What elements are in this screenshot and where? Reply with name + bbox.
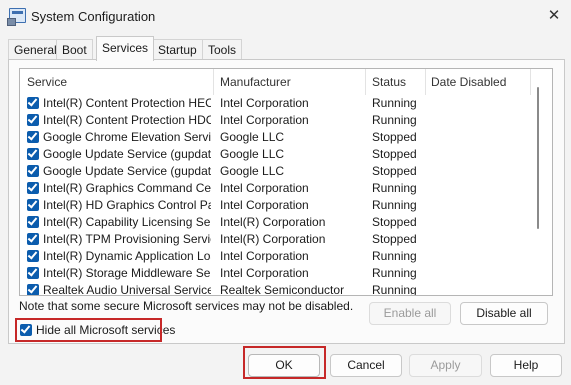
service-manufacturer: Intel Corporation [220,266,309,280]
service-status: Running [372,96,417,110]
service-checkbox[interactable] [27,165,39,177]
tab-general[interactable]: General [8,39,63,60]
service-name: Google Update Service (gupdatem) [43,164,211,178]
table-row[interactable]: Intel(R) Content Protection HEC... Intel … [20,95,530,112]
system-configuration-icon [7,8,26,26]
services-list[interactable]: Service Manufacturer Status Date Disable… [19,68,553,296]
service-manufacturer: Intel Corporation [220,198,309,212]
service-name: Intel(R) Storage Middleware Ser... [43,266,211,280]
column-divider[interactable] [425,69,426,95]
service-status: Stopped [372,147,417,161]
service-status: Running [372,113,417,127]
service-name: Intel(R) Graphics Command Cen... [43,181,211,195]
service-checkbox[interactable] [27,97,39,109]
tab-startup[interactable]: Startup [152,39,203,60]
service-checkbox[interactable] [27,199,39,211]
table-row[interactable]: Google Update Service (gupdatem) Google L… [20,163,530,180]
service-manufacturer: Intel Corporation [220,96,309,110]
close-icon[interactable]: ✕ [543,5,565,27]
service-name: Google Update Service (gupdate) [43,147,211,161]
table-row[interactable]: Intel(R) TPM Provisioning Service Intel(R… [20,231,530,248]
column-divider[interactable] [213,69,214,95]
service-checkbox[interactable] [27,182,39,194]
column-header-service[interactable]: Service [27,75,67,89]
service-checkbox[interactable] [27,131,39,143]
secure-services-note: Note that some secure Microsoft services… [19,299,354,313]
highlight-box [15,318,162,342]
service-name: Intel(R) HD Graphics Control Pa... [43,198,211,212]
tab-boot[interactable]: Boot [56,39,93,60]
service-manufacturer: Intel Corporation [220,113,309,127]
service-manufacturer: Realtek Semiconductor [220,283,345,296]
service-checkbox[interactable] [27,216,39,228]
service-checkbox[interactable] [27,148,39,160]
table-row[interactable]: Intel(R) Dynamic Application Loa... Intel… [20,248,530,265]
column-divider[interactable] [365,69,366,95]
service-status: Stopped [372,130,417,144]
service-manufacturer: Intel(R) Corporation [220,232,326,246]
table-row[interactable]: Intel(R) Storage Middleware Ser... Intel … [20,265,530,282]
service-status: Running [372,283,417,296]
service-checkbox[interactable] [27,250,39,262]
table-row[interactable]: Google Chrome Elevation Servic... Google … [20,129,530,146]
service-name: Intel(R) Content Protection HEC... [43,96,211,110]
service-status: Running [372,181,417,195]
apply-button[interactable]: Apply [409,354,482,377]
service-name: Intel(R) Content Protection HDC... [43,113,211,127]
title-bar: System Configuration ✕ [0,0,571,32]
column-header-manufacturer[interactable]: Manufacturer [220,75,291,89]
column-divider[interactable] [530,69,531,95]
table-row[interactable]: Realtek Audio Universal Service Realtek S… [20,282,530,296]
service-status: Running [372,249,417,263]
list-header: Service Manufacturer Status Date Disable… [20,69,552,95]
service-checkbox[interactable] [27,233,39,245]
highlight-box [243,346,326,379]
service-name: Intel(R) Capability Licensing Ser... [43,215,211,229]
table-row[interactable]: Intel(R) Capability Licensing Ser... Inte… [20,214,530,231]
service-name: Intel(R) Dynamic Application Loa... [43,249,211,263]
service-status: Running [372,266,417,280]
tab-services[interactable]: Services [96,36,155,61]
service-manufacturer: Google LLC [220,147,285,161]
column-header-status[interactable]: Status [372,75,406,89]
tab-tools[interactable]: Tools [202,39,243,60]
service-name: Google Chrome Elevation Servic... [43,130,211,144]
service-status: Stopped [372,232,417,246]
service-manufacturer: Google LLC [220,130,285,144]
service-checkbox[interactable] [27,114,39,126]
service-manufacturer: Intel Corporation [220,249,309,263]
disable-all-button[interactable]: Disable all [460,302,548,325]
service-checkbox[interactable] [27,284,39,295]
table-row[interactable]: Google Update Service (gupdate) Google LL… [20,146,530,163]
service-status: Stopped [372,215,417,229]
enable-all-button[interactable]: Enable all [369,302,451,325]
service-status: Running [372,198,417,212]
table-row[interactable]: Intel(R) HD Graphics Control Pa... Intel … [20,197,530,214]
cancel-button[interactable]: Cancel [330,354,402,377]
vertical-scrollbar[interactable] [537,87,539,229]
column-header-date-disabled[interactable]: Date Disabled [431,75,506,89]
window-title: System Configuration [31,9,156,24]
service-status: Stopped [372,164,417,178]
service-manufacturer: Intel(R) Corporation [220,215,326,229]
service-name: Realtek Audio Universal Service [43,283,211,296]
table-row[interactable]: Intel(R) Graphics Command Cen... Intel Co… [20,180,530,197]
service-checkbox[interactable] [27,267,39,279]
help-button[interactable]: Help [490,354,562,377]
table-row[interactable]: Intel(R) Content Protection HDC... Intel … [20,112,530,129]
service-manufacturer: Google LLC [220,164,285,178]
service-manufacturer: Intel Corporation [220,181,309,195]
service-name: Intel(R) TPM Provisioning Service [43,232,211,246]
